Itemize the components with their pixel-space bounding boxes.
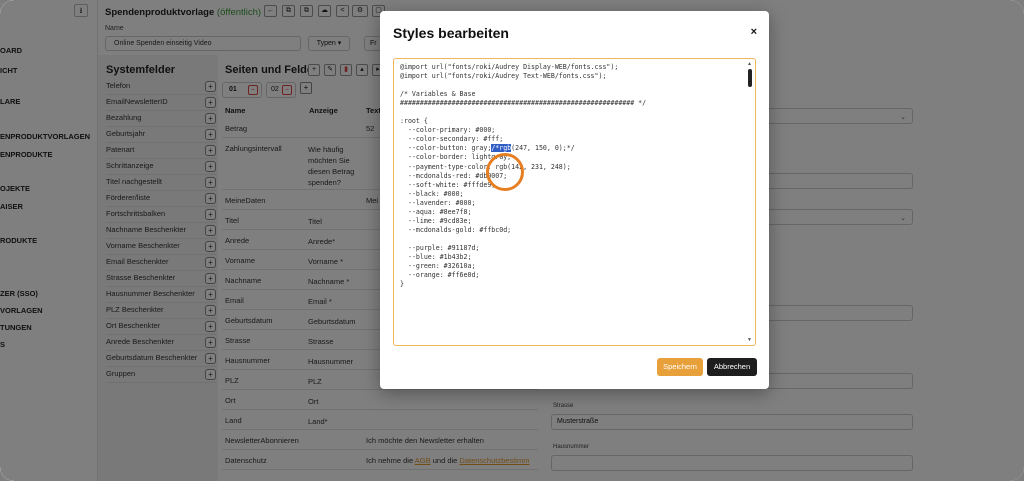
code-line[interactable]: --lime: #9cd83e; bbox=[400, 217, 740, 226]
code-line[interactable]: --mcdonalds-red: #db0007; bbox=[400, 172, 740, 181]
code-line[interactable] bbox=[400, 235, 740, 244]
code-line[interactable]: --lavender: #000; bbox=[400, 199, 740, 208]
close-icon[interactable]: × bbox=[751, 26, 757, 38]
code-line[interactable]: --soft-white: #fffde9; bbox=[400, 181, 740, 190]
code-line[interactable]: --mcdonalds-gold: #ffbc0d; bbox=[400, 226, 740, 235]
code-line[interactable] bbox=[400, 108, 740, 117]
code-line[interactable] bbox=[400, 81, 740, 90]
code-line[interactable]: @import url("fonts/roki/Audrey Text-WEB/… bbox=[400, 72, 740, 81]
css-code-text[interactable]: @import url("fonts/roki/Audrey Display-W… bbox=[400, 63, 740, 289]
code-line[interactable]: --aqua: #8ee7f8; bbox=[400, 208, 740, 217]
code-line[interactable]: /* Variables & Base bbox=[400, 90, 740, 99]
code-line[interactable]: --black: #000; bbox=[400, 190, 740, 199]
code-line[interactable]: :root { bbox=[400, 117, 740, 126]
code-line[interactable]: --purple: #91187d; bbox=[400, 244, 740, 253]
code-line[interactable]: --color-secondary: #fff; bbox=[400, 135, 740, 144]
code-line[interactable]: @import url("fonts/roki/Audrey Display-W… bbox=[400, 63, 740, 72]
cancel-button[interactable]: Abbrechen bbox=[707, 358, 757, 376]
code-line[interactable]: --orange: #ff6e0d; bbox=[400, 271, 740, 280]
code-line[interactable]: --color-border: lightgray; bbox=[400, 153, 740, 162]
code-line[interactable]: } bbox=[400, 280, 740, 289]
save-button[interactable]: Speichern bbox=[657, 358, 703, 376]
code-line[interactable]: --color-primary: #000; bbox=[400, 126, 740, 135]
styles-edit-modal: Styles bearbeiten × @import url("fonts/r… bbox=[380, 11, 769, 389]
scrollbar-thumb[interactable] bbox=[748, 69, 752, 87]
scroll-up-icon[interactable]: ▲ bbox=[747, 61, 752, 67]
code-line[interactable]: --green: #32610a; bbox=[400, 262, 740, 271]
code-line[interactable]: ########################################… bbox=[400, 99, 740, 108]
code-line[interactable]: --color-button: gray;/*rgb(247, 150, 0);… bbox=[400, 144, 740, 153]
code-scrollbar[interactable]: ▲ ▼ bbox=[746, 61, 754, 343]
code-line[interactable]: --payment-type-color: rgb(142, 231, 248)… bbox=[400, 163, 740, 172]
css-code-editor[interactable]: @import url("fonts/roki/Audrey Display-W… bbox=[393, 58, 756, 346]
code-line[interactable]: --blue: #1b43b2; bbox=[400, 253, 740, 262]
modal-title: Styles bearbeiten bbox=[393, 25, 509, 41]
selected-text[interactable]: /*rgb bbox=[491, 144, 512, 153]
scroll-down-icon[interactable]: ▼ bbox=[747, 337, 752, 343]
